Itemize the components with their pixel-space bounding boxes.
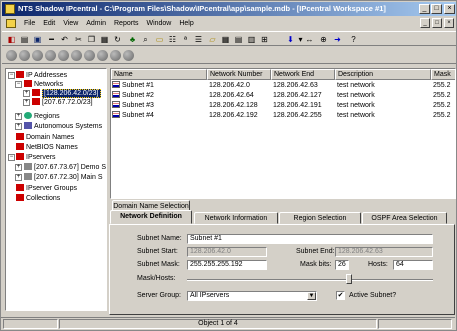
definition-panel: Subnet Name: Subnet #1 Subnet Start: 128… [109, 224, 455, 315]
mask-bits-field[interactable]: 26 [335, 260, 349, 270]
tab-region-selection[interactable]: Region Selection [279, 212, 361, 224]
status-pane-1 [3, 319, 58, 329]
subnet-start-field[interactable]: 128.206.42.0 [187, 247, 267, 257]
hosts-field[interactable]: 64 [393, 260, 433, 270]
tab-ospf-area-selection[interactable]: OSPF Area Selection [362, 212, 447, 224]
chevron-down-icon[interactable]: ▼ [307, 292, 316, 300]
hosts-label: Hosts: [368, 261, 388, 268]
subnet-mask-label: Subnet Mask: [137, 261, 180, 268]
tab-network-information[interactable]: Network Information [194, 212, 278, 224]
mask-hosts-slider-track [187, 279, 433, 281]
active-subnet-checkbox[interactable]: ✔ [336, 291, 345, 300]
subnet-end-label: Subnet End: [296, 248, 335, 255]
tab-network-definition[interactable]: Network Definition [110, 210, 192, 224]
subnet-mask-field[interactable]: 255.255.255.192 [187, 260, 267, 270]
server-group-value: All IPservers [190, 292, 230, 299]
subnet-name-label: Subnet Name: [137, 235, 182, 242]
server-group-label: Server Group: [137, 292, 181, 299]
active-subnet-label: Active Subnet? [349, 292, 397, 299]
subnet-name-field[interactable]: Subnet #1 [187, 234, 433, 244]
status-text: Object 1 of 4 [59, 319, 377, 329]
mask-hosts-label: Mask/Hosts: [137, 275, 176, 282]
subnet-start-label: Subnet Start: [137, 248, 178, 255]
tab-strip: Domain Name Selection Network Definition… [109, 200, 455, 224]
subnet-end-field[interactable]: 128.206.42.63 [335, 247, 433, 257]
mask-bits-label: Mask bits: [300, 261, 332, 268]
status-bar: Object 1 of 4 [1, 317, 455, 329]
mask-hosts-slider-thumb[interactable] [346, 274, 352, 284]
server-group-select[interactable]: All IPservers ▼ [187, 291, 317, 301]
status-pane-3 [378, 319, 452, 329]
